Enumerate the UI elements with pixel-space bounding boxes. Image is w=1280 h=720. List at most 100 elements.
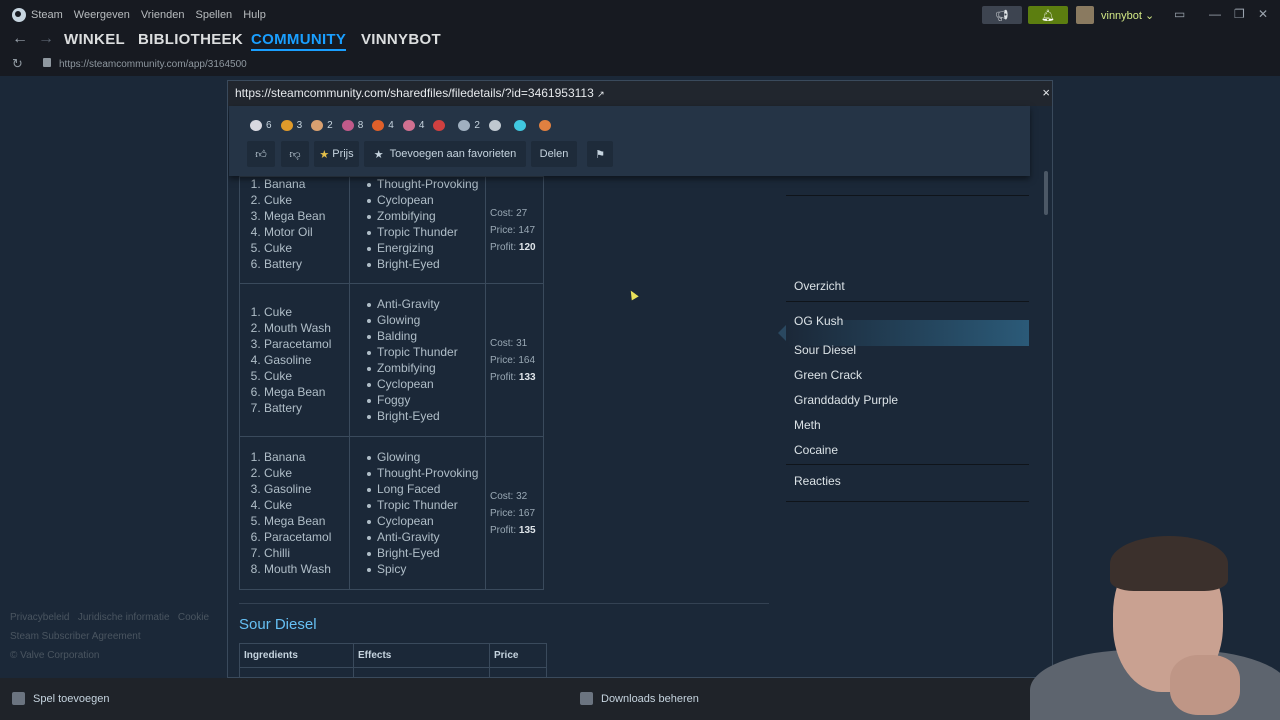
column-header: Price bbox=[489, 643, 547, 668]
table-header-row: Ingredients Effects Price bbox=[239, 643, 547, 668]
price-label: Price: bbox=[490, 354, 516, 366]
ingredient-list: BananaCukeGasolineCukeMega BeanParacetam… bbox=[264, 449, 349, 577]
footer-link-ssa[interactable]: Steam Subscriber Agreement bbox=[10, 631, 141, 642]
cost-label: Cost: bbox=[490, 337, 514, 349]
share-button[interactable]: Delen bbox=[531, 141, 577, 167]
avatar[interactable] bbox=[1076, 6, 1094, 24]
award-badge[interactable] bbox=[433, 120, 449, 131]
ingredient-item: Mega Bean bbox=[264, 208, 349, 224]
ingredient-item: Banana bbox=[264, 449, 349, 465]
guide-nav-sour-diesel[interactable]: Sour Diesel bbox=[794, 343, 856, 357]
award-count: 2 bbox=[327, 120, 333, 131]
effect-item: Bright-Eyed bbox=[367, 256, 485, 272]
effects-cell: Anti-Gravity Glowing Balding Tropic Thunder… bbox=[349, 283, 486, 437]
award-badge[interactable]: 2 bbox=[458, 120, 480, 131]
section-divider bbox=[239, 603, 769, 604]
award-badge[interactable]: 6 bbox=[250, 120, 272, 131]
downloads-button[interactable]: Downloads beheren bbox=[580, 692, 699, 705]
thumbs-down-icon: 👎︎ bbox=[289, 148, 301, 161]
footer-link-legal[interactable]: Juridische informatie bbox=[78, 612, 170, 623]
tab-community[interactable]: COMMUNITY bbox=[251, 31, 347, 51]
ingredient-item: Chilli bbox=[264, 545, 349, 561]
award-badge[interactable]: 2 bbox=[311, 120, 333, 131]
guide-nav-green-crack[interactable]: Green Crack bbox=[794, 368, 862, 382]
add-game-button[interactable]: Spel toevoegen bbox=[12, 692, 109, 705]
effect-list: Thought-Provoking Cyclopean Zombifying Trop… bbox=[367, 176, 485, 272]
reload-icon[interactable]: ↻ bbox=[12, 56, 23, 72]
menu-vrienden[interactable]: Vrienden bbox=[141, 9, 185, 21]
notifications-button[interactable]: 🔔︎ bbox=[1028, 6, 1068, 24]
person-hair bbox=[1110, 536, 1228, 591]
tab-vinnybot[interactable]: VINNYBOT bbox=[361, 31, 441, 48]
divider bbox=[786, 195, 1029, 196]
restore-icon[interactable]: ❐ bbox=[1234, 7, 1245, 21]
footer-link-privacy[interactable]: Privacybeleid bbox=[10, 612, 69, 623]
cost-value: 32 bbox=[516, 490, 528, 502]
ingredient-item: Paracetamol bbox=[264, 336, 349, 352]
ingredient-item: Gasoline bbox=[264, 481, 349, 497]
guide-nav-cocaine[interactable]: Cocaine bbox=[794, 443, 838, 457]
bell-icon: 🔔︎ bbox=[1041, 9, 1055, 22]
effect-item: Long Faced bbox=[367, 481, 485, 497]
thumbs-down-button[interactable]: 👎︎ bbox=[281, 141, 309, 167]
profit-label: Profit: bbox=[490, 524, 517, 536]
effect-list: Glowing Thought-Provoking Long Faced Tropic… bbox=[367, 449, 485, 577]
guide-nav-meth[interactable]: Meth bbox=[794, 418, 821, 432]
downloads-label: Downloads beheren bbox=[601, 692, 699, 705]
stats-cell: Cost: 31 Price: 164 Profit: 133 bbox=[485, 283, 544, 437]
award-badge[interactable]: 4 bbox=[402, 120, 424, 131]
award-icon: ★ bbox=[319, 148, 330, 161]
thumbs-up-button[interactable]: 👍︎ bbox=[247, 141, 275, 167]
ingredient-item: Cuke bbox=[264, 497, 349, 513]
webcam-overlay bbox=[1010, 520, 1280, 720]
big-picture-icon[interactable]: ▭ bbox=[1174, 7, 1185, 21]
report-button[interactable]: ⚑ bbox=[587, 141, 613, 167]
effect-item: Thought-Provoking bbox=[367, 465, 485, 481]
scrollbar-thumb[interactable] bbox=[1044, 171, 1048, 215]
effects-cell: Thought-Provoking Cyclopean Zombifying Trop… bbox=[349, 176, 486, 284]
steam-logo-icon[interactable] bbox=[12, 8, 26, 22]
effect-item: Cyclopean bbox=[367, 192, 485, 208]
user-menu[interactable]: vinnybot ⌄ bbox=[1101, 9, 1154, 22]
thumbs-up-icon: 👍︎ bbox=[255, 148, 267, 161]
effect-item: Tropic Thunder bbox=[367, 224, 485, 240]
award-badge[interactable]: 4 bbox=[372, 120, 394, 131]
close-window-icon[interactable]: ✕ bbox=[1258, 7, 1268, 21]
helmet-award-icon bbox=[458, 120, 471, 131]
award-badge[interactable] bbox=[513, 120, 530, 131]
favorite-button[interactable]: ★ Toevoegen aan favorieten bbox=[364, 141, 526, 167]
award-badge[interactable]: 3 bbox=[280, 120, 302, 131]
tab-bibliotheek[interactable]: BIBLIOTHEEK bbox=[138, 31, 243, 48]
effect-item: Zombifying bbox=[367, 208, 485, 224]
minimize-icon[interactable]: — bbox=[1209, 7, 1221, 21]
menu-spellen[interactable]: Spellen bbox=[195, 9, 232, 21]
announcements-button[interactable]: 📢︎ bbox=[982, 6, 1022, 24]
guide-nav-overzicht[interactable]: Overzicht bbox=[794, 279, 845, 293]
menu-hulp[interactable]: Hulp bbox=[243, 9, 266, 21]
wings-award-icon bbox=[250, 120, 262, 131]
menu-weergeven[interactable]: Weergeven bbox=[74, 9, 130, 21]
effect-item: Glowing bbox=[367, 449, 485, 465]
award-badge[interactable] bbox=[538, 120, 555, 131]
menu-steam[interactable]: Steam bbox=[31, 9, 63, 21]
price-label: Price: bbox=[490, 507, 516, 519]
address-url[interactable]: https://steamcommunity.com/app/3164500 bbox=[59, 59, 247, 70]
award-badge[interactable] bbox=[488, 120, 505, 131]
guide-nav-granddaddy-purple[interactable]: Granddaddy Purple bbox=[794, 393, 898, 407]
footer-link-cookie[interactable]: Cookie bbox=[178, 612, 209, 623]
award-button[interactable]: ★ Prijs bbox=[314, 141, 359, 167]
back-arrow-icon[interactable]: ← bbox=[12, 30, 28, 48]
guide-nav-og-kush[interactable]: OG Kush bbox=[794, 314, 843, 328]
effect-list: Anti-Gravity Glowing Balding Tropic Thunder… bbox=[367, 296, 485, 424]
guide-nav-reacties[interactable]: Reacties bbox=[794, 474, 841, 488]
ingredient-item: Cuke bbox=[264, 192, 349, 208]
forward-arrow-icon[interactable]: → bbox=[38, 30, 54, 48]
award-badge[interactable]: 8 bbox=[341, 120, 363, 131]
add-game-label: Spel toevoegen bbox=[33, 692, 110, 705]
effect-item: Zombifying bbox=[367, 360, 485, 376]
tab-winkel[interactable]: WINKEL bbox=[64, 31, 125, 48]
ingredient-item: Motor Oil bbox=[264, 224, 349, 240]
wand-award-icon bbox=[513, 120, 526, 131]
ingredient-item: Battery bbox=[264, 400, 349, 416]
ingredient-item: Gasoline bbox=[264, 352, 349, 368]
